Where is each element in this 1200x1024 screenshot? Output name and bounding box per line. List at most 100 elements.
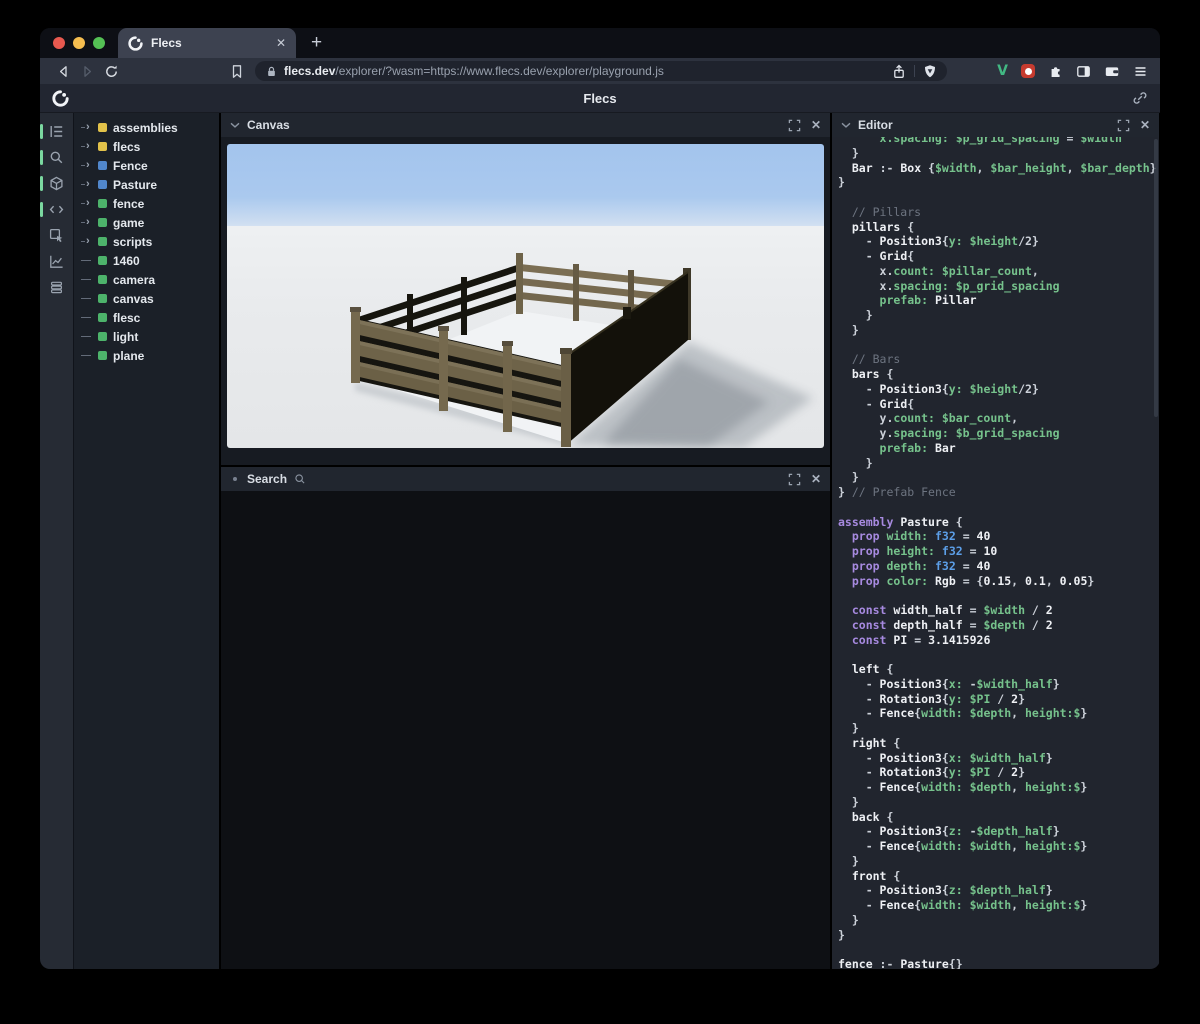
- fullscreen-icon[interactable]: [1117, 119, 1130, 132]
- leaf-dash-icon: [81, 336, 98, 337]
- tree-item-label: Pasture: [113, 177, 158, 192]
- url-bar[interactable]: flecs.dev /explorer/?wasm=https://www.fl…: [255, 61, 947, 81]
- zoom-window-button[interactable]: [93, 37, 105, 49]
- chevron-down-icon[interactable]: [841, 122, 851, 129]
- entity-color-square: [98, 332, 107, 341]
- code-editor[interactable]: x.spacing: $p_grid_spacing = $width } Ba…: [832, 137, 1159, 969]
- scene-icon[interactable]: [40, 172, 71, 195]
- fence-3d-render[interactable]: [227, 144, 824, 448]
- minimize-window-button[interactable]: [73, 37, 85, 49]
- center-column: Canvas ✕ Search ✕: [221, 113, 830, 969]
- close-panel-icon[interactable]: ✕: [1140, 119, 1150, 131]
- entity-color-square: [98, 123, 107, 132]
- share-icon[interactable]: [892, 64, 906, 79]
- browser-tab[interactable]: Flecs ✕: [118, 28, 296, 58]
- code-icon[interactable]: [40, 198, 71, 221]
- fullscreen-icon[interactable]: [788, 473, 801, 486]
- wallet-icon[interactable]: [1104, 64, 1120, 79]
- expand-arrow-icon[interactable]: ›: [81, 198, 98, 209]
- search-icon[interactable]: [40, 146, 71, 169]
- entity-color-square: [98, 275, 107, 284]
- inspect-icon[interactable]: [43, 224, 71, 247]
- tree-item-flecs[interactable]: › flecs: [74, 137, 219, 156]
- tab-strip: Flecs ✕ +: [40, 28, 1160, 58]
- entity-color-square: [98, 351, 107, 360]
- main-content: › assemblies › flecs › Fence › Pasture › fence › ga…: [40, 113, 1160, 969]
- tree-item-camera[interactable]: camera: [74, 270, 219, 289]
- close-panel-icon[interactable]: ✕: [811, 473, 821, 485]
- scrollbar-thumb[interactable]: [1154, 139, 1158, 417]
- chevron-down-icon[interactable]: [230, 122, 240, 129]
- editor-panel-title: Editor: [858, 118, 893, 132]
- expand-arrow-icon[interactable]: ›: [81, 122, 98, 133]
- leaf-dash-icon: [81, 355, 98, 356]
- entity-color-square: [98, 237, 107, 246]
- brave-shield-icon[interactable]: [923, 64, 937, 79]
- entity-color-square: [98, 294, 107, 303]
- tree-item-label: Fence: [113, 158, 148, 173]
- url-domain: flecs.dev: [284, 64, 336, 78]
- menu-icon[interactable]: [1133, 64, 1148, 79]
- sidebar-toggle-icon[interactable]: [1076, 64, 1091, 79]
- tree-item-label: game: [113, 215, 145, 230]
- tree-item-label: flesc: [113, 310, 141, 325]
- forward-icon[interactable]: [76, 60, 98, 82]
- tree-item-fence[interactable]: › fence: [74, 194, 219, 213]
- close-panel-icon[interactable]: ✕: [811, 119, 821, 131]
- leaf-dash-icon: [81, 317, 98, 318]
- reload-icon[interactable]: [100, 60, 122, 82]
- entity-color-square: [98, 161, 107, 170]
- window-controls: [40, 37, 105, 49]
- queries-icon[interactable]: [43, 276, 71, 299]
- new-tab-button[interactable]: +: [311, 32, 322, 54]
- tree-item-1460[interactable]: 1460: [74, 251, 219, 270]
- expand-arrow-icon[interactable]: ›: [81, 160, 98, 171]
- tree-item-canvas[interactable]: canvas: [74, 289, 219, 308]
- expand-arrow-icon[interactable]: ›: [81, 217, 98, 228]
- entity-tree-panel: › assemblies › flecs › Fence › Pasture › fence › ga…: [74, 113, 219, 969]
- magnifier-icon: [295, 474, 305, 484]
- tab-close-icon[interactable]: ✕: [276, 37, 286, 49]
- leaf-dash-icon: [81, 260, 98, 261]
- stats-icon[interactable]: [43, 250, 71, 273]
- leaf-dash-icon: [81, 298, 98, 299]
- expand-arrow-icon[interactable]: ›: [81, 179, 98, 190]
- tree-item-flesc[interactable]: flesc: [74, 308, 219, 327]
- bookmark-icon[interactable]: [226, 60, 248, 82]
- vue-devtools-icon[interactable]: V: [997, 63, 1008, 79]
- tree-item-light[interactable]: light: [74, 327, 219, 346]
- tree-item-label: assemblies: [113, 120, 178, 135]
- tree-item-label: 1460: [113, 253, 140, 268]
- tree-item-label: camera: [113, 272, 156, 287]
- entity-color-square: [98, 199, 107, 208]
- tree-item-Fence[interactable]: › Fence: [74, 156, 219, 175]
- red-extension-icon[interactable]: [1021, 64, 1035, 78]
- tree-item-plane[interactable]: plane: [74, 346, 219, 365]
- entity-color-square: [98, 142, 107, 151]
- editor-panel-header: Editor ✕: [832, 113, 1159, 137]
- fullscreen-icon[interactable]: [788, 119, 801, 132]
- extensions-puzzle-icon[interactable]: [1048, 64, 1063, 79]
- tree-item-Pasture[interactable]: › Pasture: [74, 175, 219, 194]
- tree-item-label: canvas: [113, 291, 154, 306]
- tree-item-label: scripts: [113, 234, 153, 249]
- entity-color-square: [98, 218, 107, 227]
- tree-item-game[interactable]: › game: [74, 213, 219, 232]
- entity-tree-icon[interactable]: [40, 120, 71, 143]
- search-panel-body[interactable]: [221, 491, 830, 969]
- tab-favicon-flecs-logo: [128, 36, 143, 51]
- share-link-icon[interactable]: [1132, 90, 1148, 106]
- close-window-button[interactable]: [53, 37, 65, 49]
- expand-arrow-icon[interactable]: ›: [81, 236, 98, 247]
- editor-panel: Editor ✕ x.spacing: $p_grid_spacing = $w…: [832, 113, 1159, 969]
- tree-item-assemblies[interactable]: › assemblies: [74, 118, 219, 137]
- dot-icon[interactable]: [233, 477, 237, 481]
- tree-item-scripts[interactable]: › scripts: [74, 232, 219, 251]
- expand-arrow-icon[interactable]: ›: [81, 141, 98, 152]
- canvas-panel-header: Canvas ✕: [221, 113, 830, 137]
- search-panel-header: Search ✕: [221, 467, 830, 491]
- back-icon[interactable]: [52, 60, 74, 82]
- browser-toolbar: flecs.dev /explorer/?wasm=https://www.fl…: [40, 58, 1160, 84]
- tree-item-label: flecs: [113, 139, 141, 154]
- canvas-panel-title: Canvas: [247, 118, 290, 132]
